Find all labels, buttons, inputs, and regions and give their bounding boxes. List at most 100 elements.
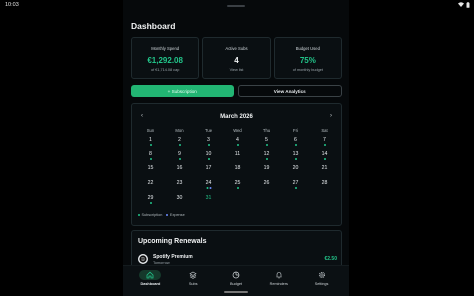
subscription-dot-icon xyxy=(207,158,210,160)
nav-label: Subs xyxy=(188,282,198,286)
calendar-day[interactable]: 19 xyxy=(252,165,281,175)
subscription-dot-icon xyxy=(178,144,181,146)
calendar-month: March 2026 xyxy=(220,114,253,120)
nav-item-settings[interactable]: Settings xyxy=(304,266,340,296)
calendar-day[interactable]: 15 xyxy=(136,165,165,175)
add-subscription-button[interactable]: + Subscription xyxy=(131,85,234,97)
day-number: 21 xyxy=(321,165,328,171)
calendar-week: 22 23 24 25 26 27 28 xyxy=(136,180,339,190)
calendar-day[interactable]: 12 xyxy=(252,151,281,161)
day-markers xyxy=(294,158,297,160)
app-window: Dashboard Monthly Spend €1,292.08 of €1,… xyxy=(123,0,349,296)
day-markers xyxy=(149,158,152,160)
renewal-amount: €2.50 xyxy=(324,256,337,262)
day-number: 16 xyxy=(176,165,183,171)
day-markers xyxy=(265,144,268,146)
renewal-date: Tomorrow xyxy=(153,260,170,265)
weekday-label: Wed xyxy=(233,128,242,133)
calendar-day[interactable]: 10 xyxy=(194,151,223,161)
day-markers xyxy=(294,187,297,189)
stat-card-monthly-spend: Monthly Spend €1,292.08 of €1,714.08 cap xyxy=(131,37,200,79)
calendar-day[interactable]: 6 xyxy=(281,137,310,147)
stat-card-budget-used: Budget Used 75% of monthly budget xyxy=(273,37,342,79)
day-number: 23 xyxy=(176,180,183,186)
renewal-name: Spotify Premium xyxy=(153,253,193,260)
calendar-day[interactable]: 13 xyxy=(281,151,310,161)
calendar-day[interactable]: 5 xyxy=(252,137,281,147)
nav-item-dashboard[interactable]: Dashboard xyxy=(132,266,168,296)
stat-card-active-subs[interactable]: Active Subs 4 View list xyxy=(202,37,271,79)
day-number: 14 xyxy=(321,151,328,157)
calendar-day[interactable]: 17 xyxy=(194,165,223,175)
calendar-empty-cell xyxy=(281,195,310,205)
calendar-day[interactable]: 4 xyxy=(223,137,252,147)
subscription-dot-icon xyxy=(323,144,326,146)
renewal-item[interactable]: Spotify Premium Tomorrow €2.50 xyxy=(138,252,337,266)
calendar-day[interactable]: 11 xyxy=(223,151,252,161)
day-number: 6 xyxy=(294,137,297,143)
nav-label: Reminders xyxy=(269,282,288,286)
day-number: 17 xyxy=(205,165,212,171)
weekday-label: Mon xyxy=(175,128,184,133)
calendar-day[interactable]: 27 xyxy=(281,180,310,190)
day-markers xyxy=(323,158,326,160)
upcoming-renewals-card: Upcoming Renewals Spotify Premium Tomorr… xyxy=(131,230,342,270)
calendar-day[interactable]: 8 xyxy=(136,151,165,161)
calendar-day[interactable]: 30 xyxy=(165,195,194,205)
nav-pill xyxy=(182,270,204,280)
view-list-link[interactable]: View list xyxy=(230,68,244,72)
day-number: 5 xyxy=(265,137,268,143)
day-number: 12 xyxy=(263,151,270,157)
calendar-day[interactable]: 31 xyxy=(194,195,223,205)
subscription-dot-icon xyxy=(265,158,268,160)
status-time: 10:03 xyxy=(5,1,19,8)
day-number: 8 xyxy=(149,151,152,157)
calendar-day[interactable]: 21 xyxy=(310,165,339,175)
nav-label: Settings xyxy=(314,282,329,286)
calendar-day[interactable]: 1 xyxy=(136,137,165,147)
calendar-day[interactable]: 28 xyxy=(310,180,339,190)
calendar-day[interactable]: 29 xyxy=(136,195,165,205)
gear-icon xyxy=(318,271,325,279)
drag-handle[interactable] xyxy=(227,5,245,7)
calendar-day[interactable]: 24 xyxy=(194,180,223,190)
nav-item-subs[interactable]: Subs xyxy=(175,266,211,296)
day-number: 7 xyxy=(323,137,326,143)
legend-item-subscription: Subscription xyxy=(138,213,162,217)
calendar-day[interactable]: 18 xyxy=(223,165,252,175)
day-markers xyxy=(207,144,210,146)
weekday-label: Sun xyxy=(146,128,155,133)
day-markers xyxy=(265,158,268,160)
calendar-day[interactable]: 2 xyxy=(165,137,194,147)
subscription-dot-icon xyxy=(149,158,152,160)
calendar-day[interactable]: 3 xyxy=(194,137,223,147)
calendar-day[interactable]: 26 xyxy=(252,180,281,190)
calendar-day[interactable]: 25 xyxy=(223,180,252,190)
nav-pill xyxy=(139,270,162,280)
nav-label: Budget xyxy=(229,282,242,286)
calendar-week: 15 16 17 18 19 20 21 xyxy=(136,165,339,175)
day-number: 15 xyxy=(147,165,154,171)
calendar-day[interactable]: 22 xyxy=(136,180,165,190)
calendar-day[interactable]: 7 xyxy=(310,137,339,147)
calendar-day[interactable]: 9 xyxy=(165,151,194,161)
section-title: Upcoming Renewals xyxy=(138,238,207,245)
day-number: 31 xyxy=(205,195,212,201)
bell-icon xyxy=(276,272,282,279)
day-markers xyxy=(236,187,239,189)
calendar-day[interactable]: 23 xyxy=(165,180,194,190)
nav-item-reminders[interactable]: Reminders xyxy=(261,266,297,296)
subscription-dot-icon xyxy=(149,144,152,146)
calendar-day[interactable]: 20 xyxy=(281,165,310,175)
day-markers xyxy=(178,158,181,160)
view-analytics-button[interactable]: View Analytics xyxy=(237,85,342,97)
calendar-day[interactable]: 16 xyxy=(165,165,194,175)
calendar-day[interactable]: 14 xyxy=(310,151,339,161)
next-month-button[interactable]: › xyxy=(330,113,332,119)
calendar-week: 1 2 3 4 5 6 7 xyxy=(136,137,339,147)
subscription-dot-icon xyxy=(294,144,297,146)
stat-label: Budget Used xyxy=(295,46,320,51)
page-title: Dashboard xyxy=(131,21,176,31)
day-markers xyxy=(294,144,297,146)
nav-label: Dashboard xyxy=(140,282,161,286)
